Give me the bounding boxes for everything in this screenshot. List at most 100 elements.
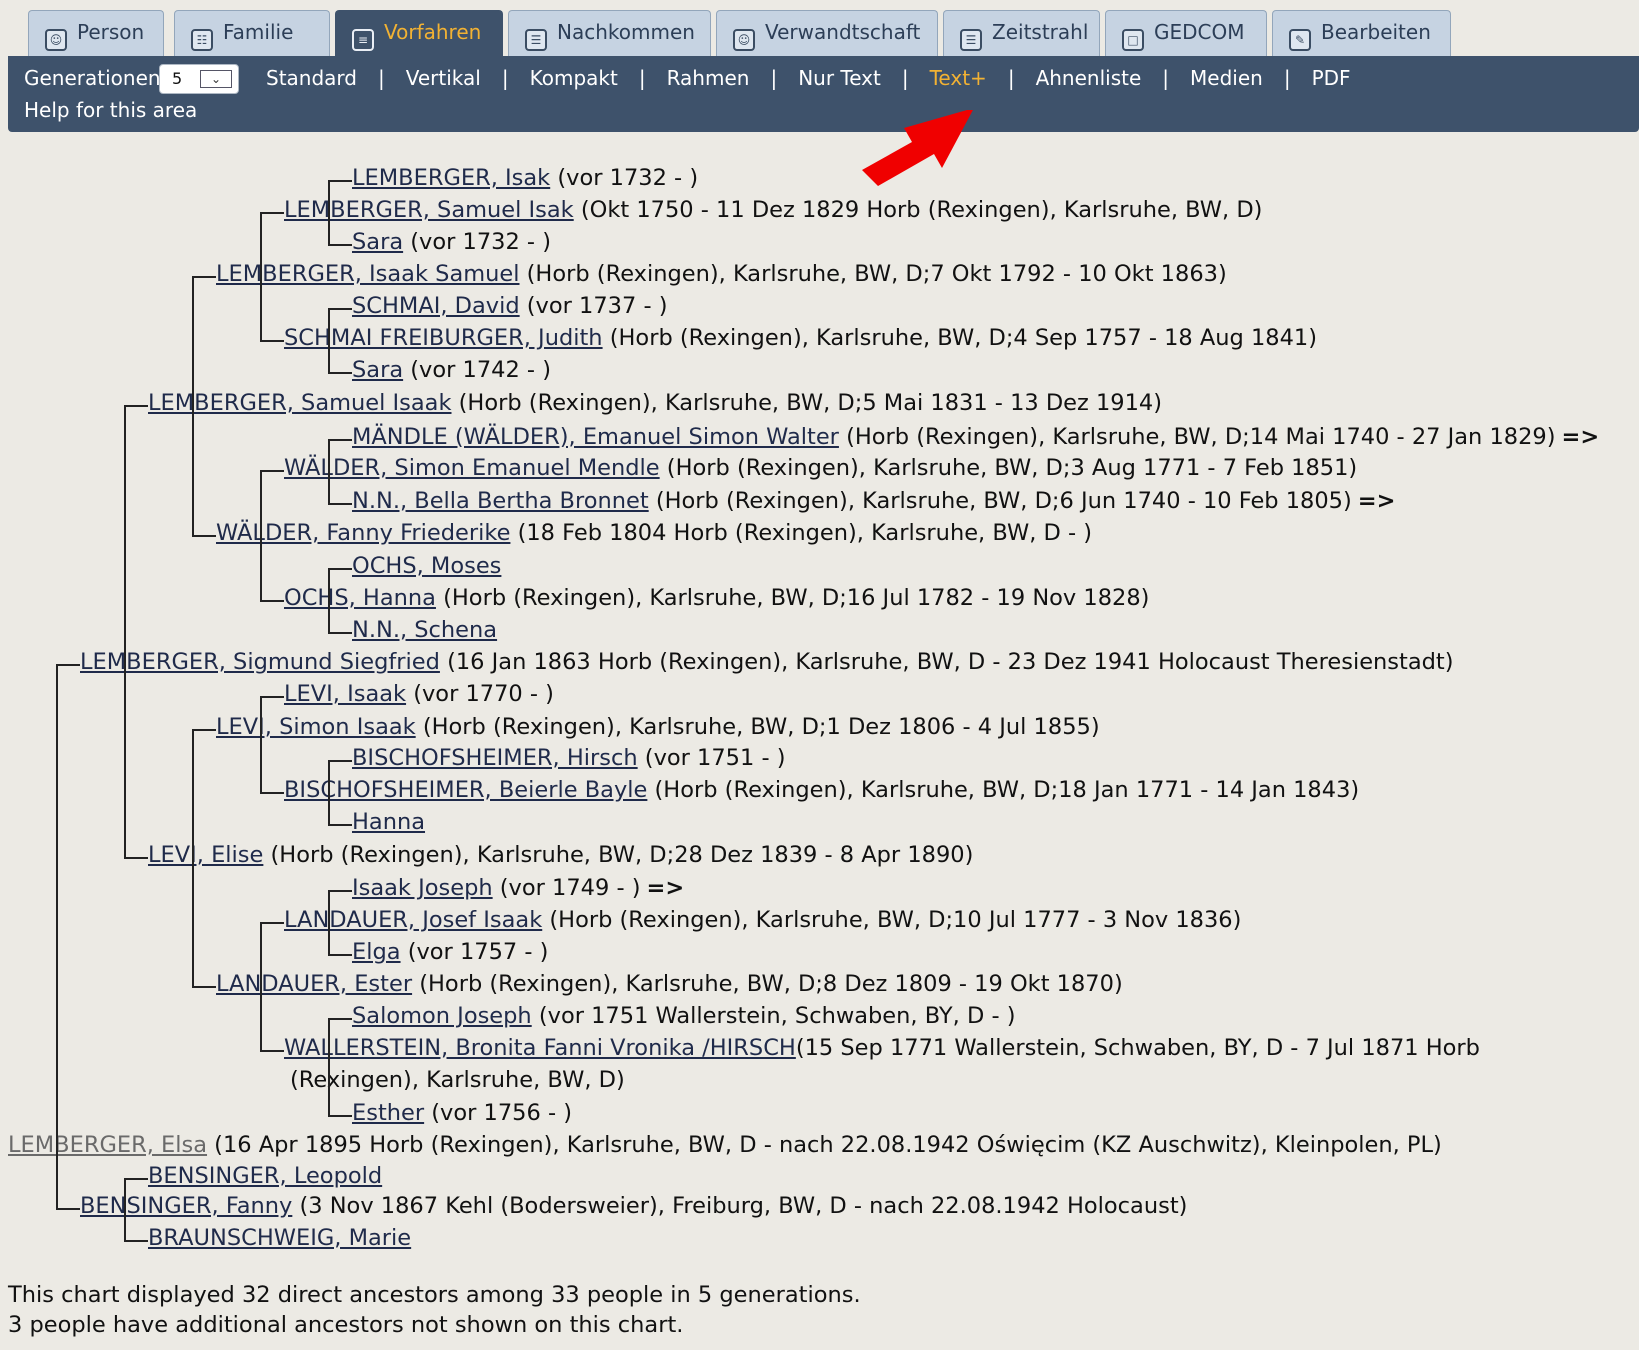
person-link[interactable]: BISCHOFSHEIMER, Beierle Bayle — [284, 777, 647, 803]
person-link[interactable]: Salomon Joseph — [352, 1003, 532, 1029]
connector-stub — [330, 760, 352, 762]
person-info: (Rexingen), Karlsruhe, BW, D) — [290, 1067, 625, 1093]
person-link[interactable]: BISCHOFSHEIMER, Hirsch — [352, 745, 638, 771]
person-info: (18 Feb 1804 Horb (Rexingen), Karlsruhe,… — [510, 520, 1093, 546]
person-info: (Horb (Rexingen), Karlsruhe, BW, D;8 Dez… — [412, 971, 1123, 997]
connector-stub — [330, 1018, 352, 1020]
connector-stub — [126, 1178, 148, 1180]
tree-row: SCHMAI FREIBURGER, Judith (Horb (Rexinge… — [284, 323, 1317, 353]
chart-summary: This chart displayed 32 direct ancestors… — [8, 1280, 861, 1340]
person-link[interactable]: LEVI, Isaak — [284, 681, 406, 707]
tree-row: SCHMAI, David (vor 1737 - ) — [352, 291, 668, 321]
connector-stub — [330, 439, 352, 441]
connector-stub — [126, 857, 148, 859]
person-link[interactable]: BENSINGER, Leopold — [148, 1163, 382, 1189]
person-link[interactable]: N.N., Bella Bertha Bronnet — [352, 488, 649, 514]
connector-stub — [194, 986, 216, 988]
connector-stub — [330, 954, 352, 956]
person-link[interactable]: LEMBERGER, Elsa — [8, 1132, 207, 1158]
connector-stub — [262, 212, 284, 214]
person-link[interactable]: SCHMAI FREIBURGER, Judith — [284, 325, 603, 351]
connector-stub — [58, 664, 80, 666]
expand-ancestors-link[interactable]: => — [1358, 488, 1396, 514]
expand-ancestors-link[interactable]: => — [647, 875, 685, 901]
tree-spine — [328, 890, 330, 956]
tree-row: Hanna — [352, 807, 425, 837]
connector-stub — [194, 729, 216, 731]
connector-stub — [330, 244, 352, 246]
person-link[interactable]: BENSINGER, Fanny — [80, 1193, 292, 1219]
person-info: (Horb (Rexingen), Karlsruhe, BW, D;10 Ju… — [542, 907, 1242, 933]
tree-spine — [328, 308, 330, 374]
person-info: (Horb (Rexingen), Karlsruhe, BW, D;4 Sep… — [602, 325, 1318, 351]
person-link[interactable]: SCHMAI, David — [352, 293, 520, 319]
person-link[interactable]: LANDAUER, Ester — [216, 971, 412, 997]
connector-stub — [330, 890, 352, 892]
person-link[interactable]: LEVI, Simon Isaak — [216, 714, 416, 740]
person-link[interactable]: Sara — [352, 357, 403, 383]
tree-spine — [260, 922, 262, 1052]
connector-stub — [330, 568, 352, 570]
tree-spine — [328, 760, 330, 826]
tree-spine — [260, 696, 262, 794]
tree-row: WÄLDER, Simon Emanuel Mendle (Horb (Rexi… — [284, 453, 1357, 483]
person-link[interactable]: BRAUNSCHWEIG, Marie — [148, 1225, 411, 1251]
person-info: (vor 1737 - ) — [519, 293, 668, 319]
person-link[interactable]: N.N., Schena — [352, 617, 497, 643]
person-info: (15 Sep 1771 Wallerstein, Schwaben, BY, … — [795, 1035, 1480, 1061]
connector-stub — [330, 372, 352, 374]
tree-spine — [260, 470, 262, 602]
summary-line-additional: 3 people have additional ancestors not s… — [8, 1312, 684, 1338]
tree-row: LEMBERGER, Isaak Samuel (Horb (Rexingen)… — [216, 259, 1227, 289]
person-info: (16 Jan 1863 Horb (Rexingen), Karlsruhe,… — [439, 649, 1454, 675]
tree-row: Sara (vor 1742 - ) — [352, 355, 551, 385]
tree-row: Sara (vor 1732 - ) — [352, 227, 551, 257]
person-link[interactable]: LANDAUER, Josef Isaak — [284, 907, 542, 933]
tree-row: OCHS, Moses — [352, 551, 501, 581]
summary-line-ancestors: This chart displayed 32 direct ancestors… — [8, 1282, 861, 1308]
person-link[interactable]: Esther — [352, 1100, 424, 1126]
person-link[interactable]: WÄLDER, Simon Emanuel Mendle — [284, 455, 660, 481]
tree-row: BISCHOFSHEIMER, Hirsch (vor 1751 - ) — [352, 743, 786, 773]
connector-stub — [330, 503, 352, 505]
connector-stub — [126, 405, 148, 407]
tree-row: Isaak Joseph (vor 1749 - ) => — [352, 873, 684, 903]
tree-row: N.N., Schena — [352, 615, 497, 645]
tree-row: BENSINGER, Leopold — [148, 1161, 382, 1191]
connector-stub — [262, 696, 284, 698]
connector-stub — [58, 1208, 80, 1210]
connector-stub — [194, 276, 216, 278]
tree-spine — [328, 180, 330, 246]
person-info: (vor 1732 - ) — [550, 165, 699, 191]
tree-row: WALLERSTEIN, Bronita Fanni Vronika /HIRS… — [284, 1033, 1480, 1063]
person-link[interactable]: LEVI, Elise — [148, 842, 263, 868]
person-link[interactable]: Hanna — [352, 809, 425, 835]
person-link[interactable]: LEMBERGER, Sigmund Siegfried — [80, 649, 440, 675]
person-info: (vor 1732 - ) — [403, 229, 551, 255]
tree-row: Salomon Joseph (vor 1751 Wallerstein, Sc… — [352, 1001, 1016, 1031]
tree-row: LANDAUER, Ester (Horb (Rexingen), Karlsr… — [216, 969, 1123, 999]
connector-stub — [330, 824, 352, 826]
tree-row: Esther (vor 1756 - ) — [352, 1098, 572, 1128]
tree-row: LANDAUER, Josef Isaak (Horb (Rexingen), … — [284, 905, 1241, 935]
tree-row: LEVI, Elise (Horb (Rexingen), Karlsruhe,… — [148, 840, 973, 870]
person-link[interactable]: Sara — [352, 229, 403, 255]
person-info: (3 Nov 1867 Kehl (Bodersweier), Freiburg… — [292, 1193, 1188, 1219]
tree-row: LEMBERGER, Sigmund Siegfried (16 Jan 186… — [80, 647, 1454, 677]
person-link[interactable]: WALLERSTEIN, Bronita Fanni Vronika /HIRS… — [284, 1035, 796, 1061]
person-link[interactable]: OCHS, Hanna — [284, 585, 436, 611]
person-link[interactable]: MÄNDLE (WÄLDER), Emanuel Simon Walter — [352, 424, 839, 450]
person-link[interactable]: Elga — [352, 939, 401, 965]
person-info: (vor 1749 - ) — [492, 875, 641, 901]
tree-row: Elga (vor 1757 - ) — [352, 937, 548, 967]
tree-spine — [260, 212, 262, 342]
connector-stub — [330, 1115, 352, 1117]
person-link[interactable]: Isaak Joseph — [352, 875, 493, 901]
person-info: (Horb (Rexingen), Karlsruhe, BW, D;18 Ja… — [647, 777, 1360, 803]
expand-ancestors-link[interactable]: => — [1562, 424, 1600, 450]
person-link[interactable]: LEMBERGER, Isak — [352, 165, 550, 191]
person-info: (Horb (Rexingen), Karlsruhe, BW, D;7 Okt… — [519, 261, 1227, 287]
tree-row: LEVI, Simon Isaak (Horb (Rexingen), Karl… — [216, 712, 1100, 742]
person-link[interactable]: OCHS, Moses — [352, 553, 501, 579]
tree-row: WÄLDER, Fanny Friederike (18 Feb 1804 Ho… — [216, 518, 1092, 548]
